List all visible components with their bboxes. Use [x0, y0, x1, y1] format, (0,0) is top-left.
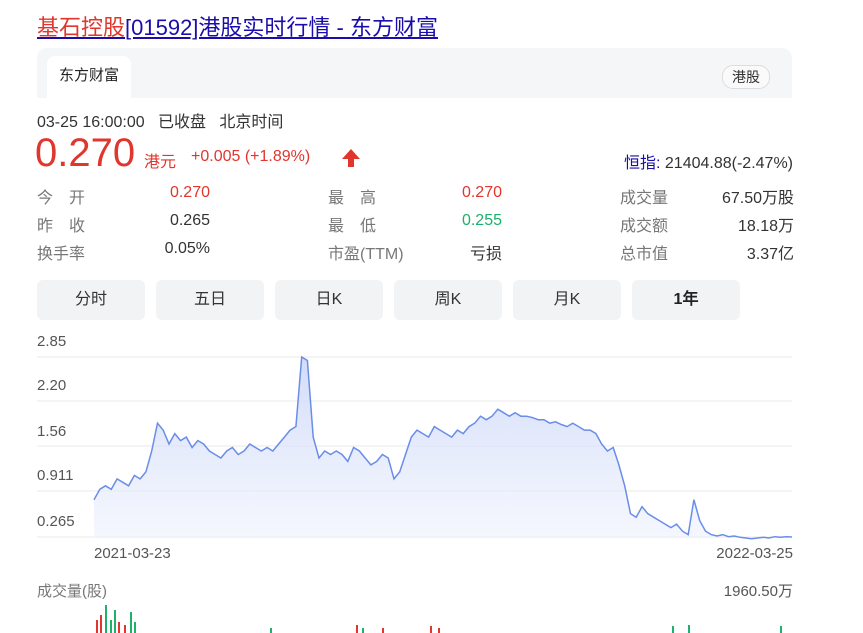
- x-start-label: 2021-03-23: [94, 545, 171, 562]
- volume-bar: [438, 628, 440, 633]
- price-area: [94, 357, 792, 539]
- y-tick-label: 2.85: [37, 333, 67, 350]
- volume-bar: [118, 622, 120, 633]
- volume-bar: [672, 626, 674, 633]
- volume-bar: [382, 628, 384, 633]
- volume-bar: [430, 626, 432, 633]
- volume-bar: [105, 605, 107, 633]
- volume-title: 成交量(股): [37, 583, 107, 600]
- volume-bar: [362, 628, 364, 633]
- volume-bar: [124, 625, 126, 633]
- volume-bar: [270, 628, 272, 633]
- x-end-label: 2022-03-25: [716, 545, 793, 562]
- volume-bar: [110, 620, 112, 633]
- y-tick-label: 0.911: [37, 467, 74, 484]
- price-chart[interactable]: [0, 0, 863, 633]
- volume-bar: [130, 612, 132, 633]
- y-tick-label: 1.56: [37, 423, 67, 440]
- volume-bar: [96, 620, 98, 633]
- volume-bar: [114, 610, 116, 633]
- volume-bar: [688, 625, 690, 633]
- volume-max: 1960.50万: [723, 583, 793, 600]
- volume-bar: [134, 622, 136, 633]
- volume-bar: [356, 625, 358, 633]
- volume-bar: [780, 626, 782, 633]
- y-tick-label: 0.265: [37, 513, 75, 530]
- y-tick-label: 2.20: [37, 377, 67, 394]
- volume-bar: [100, 615, 102, 633]
